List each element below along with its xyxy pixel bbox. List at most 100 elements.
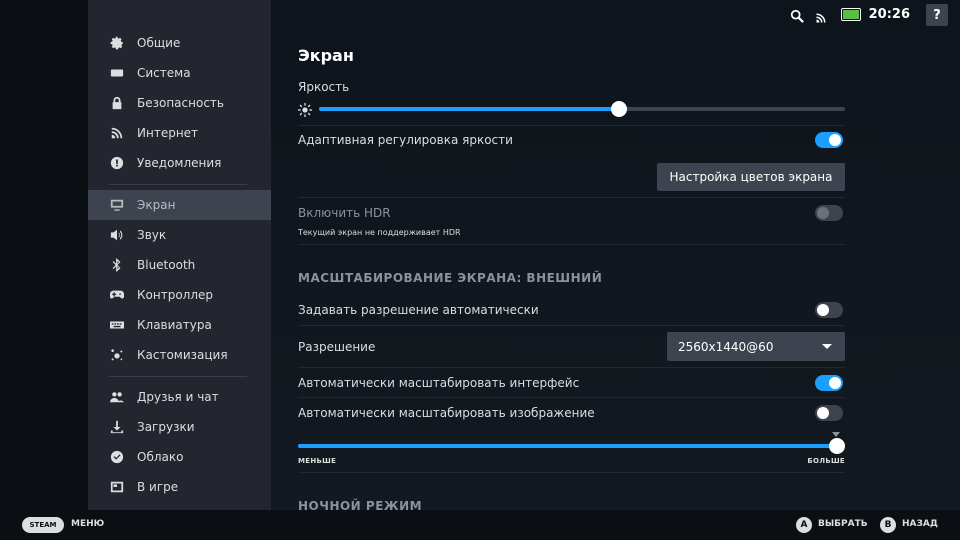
sidebar-item-label: Звук <box>137 228 167 242</box>
lock-icon <box>109 95 125 111</box>
sidebar-item-downloads[interactable]: Загрузки <box>88 412 271 442</box>
hdr-label: Включить HDR <box>298 206 391 220</box>
bluetooth-icon <box>109 257 125 273</box>
wifi-icon <box>109 125 125 141</box>
menu-label: МЕНЮ <box>71 519 105 529</box>
page-title: Экран <box>298 46 354 65</box>
sidebar-item-label: Экран <box>137 198 176 212</box>
adaptive-brightness-toggle[interactable] <box>815 132 843 148</box>
display-settings-panel: Экран Яркость Адаптивная регулировка ярк… <box>271 0 960 513</box>
sidebar-item-label: Загрузки <box>137 420 195 434</box>
scale-slider-knob[interactable] <box>829 438 845 454</box>
keyboard-icon <box>109 317 125 333</box>
row-separator <box>298 367 845 368</box>
auto-scale-ui-label: Автоматически масштабировать интерфейс <box>298 376 580 390</box>
sidebar-item-label: Уведомления <box>137 156 222 170</box>
search-icon[interactable] <box>790 8 804 23</box>
resolution-dropdown[interactable]: 2560x1440@60 <box>667 332 845 361</box>
alert-icon <box>109 155 125 171</box>
scale-min-label: МЕНЬШЕ <box>298 457 337 465</box>
sidebar-item-label: Bluetooth <box>137 258 196 272</box>
chevron-down-icon <box>822 344 832 349</box>
ingame-icon <box>109 479 125 495</box>
row-separator <box>298 197 845 198</box>
cloud-icon <box>109 449 125 465</box>
sidebar-item-label: Общие <box>137 36 181 50</box>
sidebar-item-customization[interactable]: Кастомизация <box>88 340 271 370</box>
hdr-sublabel: Текущий экран не поддерживает HDR <box>298 228 461 237</box>
toggle-knob <box>829 377 841 389</box>
slider-notch-marker <box>832 432 840 437</box>
auto-scale-image-label: Автоматически масштабировать изображение <box>298 406 595 420</box>
speaker-icon <box>109 227 125 243</box>
scaling-section-header: МАСШТАБИРОВАНИЕ ЭКРАНА: ВНЕШНИЙ <box>298 271 603 285</box>
toggle-knob <box>829 134 841 146</box>
toggle-knob <box>817 304 829 316</box>
toggle-knob <box>817 207 829 219</box>
a-button-icon[interactable]: A <box>796 517 812 533</box>
auto-scale-image-toggle[interactable] <box>815 405 843 421</box>
sidebar-item-label: Клавиатура <box>137 318 212 332</box>
sidebar-item-controller[interactable]: Контроллер <box>88 280 271 310</box>
steam-button[interactable]: STEAM <box>22 517 64 533</box>
sidebar-item-display[interactable]: Экран <box>88 190 271 220</box>
sidebar-divider <box>109 184 247 185</box>
toggle-knob <box>817 407 829 419</box>
sidebar-divider <box>109 376 247 377</box>
select-label: ВЫБРАТЬ <box>818 519 868 529</box>
sidebar-item-security[interactable]: Безопасность <box>88 88 271 118</box>
sidebar-item-system[interactable]: Система <box>88 58 271 88</box>
row-separator <box>298 125 845 126</box>
left-gutter <box>0 0 88 510</box>
sidebar-item-label: Облако <box>137 450 184 464</box>
clock: 20:26 <box>868 7 910 22</box>
keyboard-icon <box>109 65 125 81</box>
sidebar-item-label: Кастомизация <box>137 348 228 362</box>
sidebar-item-label: Система <box>137 66 191 80</box>
resolution-label: Разрешение <box>298 340 376 354</box>
sidebar-item-in-game[interactable]: В игре <box>88 472 271 502</box>
battery-icon <box>841 8 861 21</box>
sidebar-item-notifications[interactable]: Уведомления <box>88 148 271 178</box>
sidebar-item-bluetooth[interactable]: Bluetooth <box>88 250 271 280</box>
row-separator <box>298 397 845 398</box>
footer-bar: STEAM МЕНЮ A ВЫБРАТЬ B НАЗАД <box>0 510 960 540</box>
brightness-sun-icon <box>298 102 312 117</box>
status-bar: 20:26 ? <box>760 0 960 30</box>
download-icon <box>109 419 125 435</box>
sidebar-item-cloud[interactable]: Облако <box>88 442 271 472</box>
display-color-settings-button[interactable]: Настройка цветов экрана <box>657 163 845 191</box>
row-separator <box>298 325 845 326</box>
sidebar-item-label: Контроллер <box>137 288 213 302</box>
sidebar-item-internet[interactable]: Интернет <box>88 118 271 148</box>
scale-max-label: БОЛЬШЕ <box>807 457 845 465</box>
monitor-icon <box>109 197 125 213</box>
adaptive-brightness-label: Адаптивная регулировка яркости <box>298 133 513 147</box>
brightness-slider[interactable] <box>319 101 845 117</box>
gear-icon <box>109 35 125 51</box>
auto-resolution-label: Задавать разрешение автоматически <box>298 303 539 317</box>
brightness-slider-fill <box>319 107 619 111</box>
settings-sidebar: Общие Система Безопасность Интернет Увед… <box>88 0 271 510</box>
resolution-value: 2560x1440@60 <box>678 339 774 354</box>
sidebar-item-label: Безопасность <box>137 96 224 110</box>
auto-scale-ui-toggle[interactable] <box>815 375 843 391</box>
sidebar-item-label: Друзья и чат <box>137 390 219 404</box>
sidebar-item-label: В игре <box>137 480 179 494</box>
wifi-icon <box>815 9 827 23</box>
row-separator <box>298 244 845 245</box>
sidebar-item-sound[interactable]: Звук <box>88 220 271 250</box>
row-separator <box>298 472 845 473</box>
b-button-icon[interactable]: B <box>880 517 896 533</box>
sidebar-item-label: Интернет <box>137 126 199 140</box>
sidebar-item-keyboard[interactable]: Клавиатура <box>88 310 271 340</box>
sidebar-item-general[interactable]: Общие <box>88 28 271 58</box>
auto-resolution-toggle[interactable] <box>815 302 843 318</box>
hdr-toggle[interactable] <box>815 205 843 221</box>
help-button[interactable]: ? <box>926 4 948 26</box>
sidebar-item-friends-chat[interactable]: Друзья и чат <box>88 382 271 412</box>
scale-slider-fill <box>298 444 837 448</box>
brightness-slider-knob[interactable] <box>610 101 627 117</box>
scale-slider[interactable] <box>298 438 845 454</box>
back-label: НАЗАД <box>902 519 938 529</box>
